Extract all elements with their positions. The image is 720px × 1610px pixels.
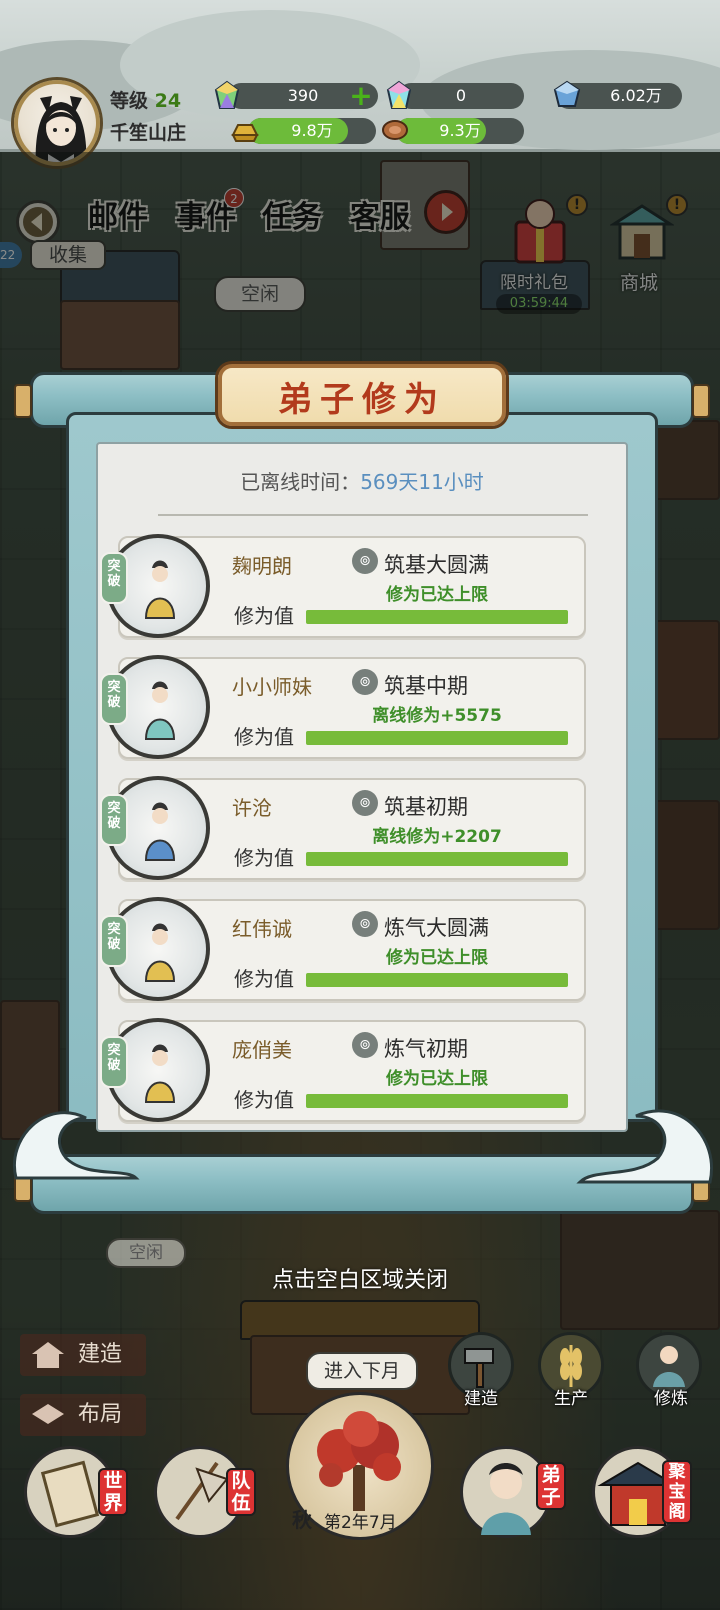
cultivation-label: 修为值 [234,846,294,870]
build-icon-label: 建造 [464,1389,498,1409]
roller-end-left [14,384,32,418]
rainbow-crystal-counter[interactable]: 0 [398,83,524,109]
realm-icon: ⊚ [352,669,378,695]
wave-left-icon [13,1111,140,1180]
treasure-pavilion-nav-label: 聚宝阁 [662,1460,692,1524]
gold-ingot-icon [231,124,259,142]
disciple-name: 许沧 [232,796,272,820]
cultivate-label: 修炼 [654,1389,688,1409]
meat-icon [382,120,408,140]
cultivation-label: 修为值 [234,1088,294,1112]
disciple-card[interactable]: 突破 红伟诚 ⊚ 炼气大圆满修为值 修为已达上限 [100,897,586,1001]
cultivation-progress-fill [306,1094,568,1108]
produce-label: 生产 [554,1389,588,1409]
cultivation-progress-fill [306,731,568,745]
disciple-realm: 炼气大圆满 [384,916,489,940]
breakthrough-tag[interactable]: 突破 [100,673,128,725]
cultivation-status: 离线修为+5575 [372,706,502,726]
rainbow-crystal-icon [386,80,412,109]
cultivation-status: 离线修为+2207 [372,827,502,847]
season-label: 秋 [292,1508,312,1532]
cultivation-progress-fill [306,610,568,624]
gold-value: 9.8万 [291,121,333,140]
level-text: 等级 [110,90,149,112]
roller-end-right [692,384,710,418]
cultivation-label: 修为值 [234,967,294,991]
dialog-title-banner: 弟子修为 [218,364,506,426]
disciple-figure-icon [144,802,176,861]
dialog-title: 弟子修为 [278,380,446,420]
offline-time-label: 已离线时间： [240,470,361,494]
build-button[interactable]: 建造 [20,1334,146,1376]
close-hint[interactable]: 点击空白区域关闭 [0,1262,720,1294]
cultivation-progress-bar [306,852,568,866]
disciple-name: 小小师妹 [232,675,312,699]
disciple-figure-icon [144,681,176,740]
team-nav-label: 队伍 [226,1468,256,1516]
layout-label: 布局 [78,1402,123,1427]
meat-value: 9.3万 [439,121,481,140]
disciple-figure-icon [144,560,176,619]
build-house-icon [32,1342,64,1368]
blue-gem-value: 6.02万 [610,86,662,105]
cultivation-label: 修为值 [234,725,294,749]
disciple-name: 红伟诚 [232,917,292,941]
breakthrough-tag[interactable]: 突破 [100,552,128,604]
add-crystal-button[interactable]: + [348,82,374,110]
level-label: 等级 24 [110,86,181,113]
breakthrough-tag[interactable]: 突破 [100,915,128,967]
cultivation-progress-fill [306,973,568,987]
build-label: 建造 [78,1342,123,1367]
realm-icon: ⊚ [352,548,378,574]
offline-time: 已离线时间：569天11小时 [98,466,626,495]
next-month-button[interactable]: 进入下月 [306,1352,418,1390]
idle-bubble-bottom: 空闲 [106,1238,186,1268]
realm-icon: ⊚ [352,911,378,937]
disciple-card[interactable]: 突破 小小师妹 ⊚ 筑基中期修为值 离线修为+5575 [100,655,586,759]
breakthrough-tag[interactable]: 突破 [100,794,128,846]
cultivation-dialog: 已离线时间：569天11小时 突破 麹明朗 ⊚ 筑基大圆满 修为值 修为已达上限 突破 小小师… [13,362,713,1232]
cultivation-status: 修为已达上限 [386,1069,488,1089]
layout-tiles-icon [32,1404,64,1424]
disciple-card[interactable]: 突破 许沧 ⊚ 筑基初期修为值 离线修为+2207 [100,776,586,880]
disciple-figure-icon [144,1044,176,1103]
world-nav-label: 世界 [98,1468,128,1516]
gold-counter[interactable]: 9.8万 [248,118,376,144]
disciple-name: 麹明朗 [232,554,292,578]
cultivation-progress-bar [306,973,568,987]
cultivation-status: 修为已达上限 [386,585,488,605]
offline-time-value: 569天11小时 [360,470,484,494]
cultivation-status: 修为已达上限 [386,948,488,968]
cultivation-progress-bar [306,610,568,624]
disciple-realm: 筑基大圆满 [384,553,489,577]
level-value: 24 [154,90,182,112]
cultivation-label: 修为值 [234,604,294,628]
disciple-figure-icon [144,923,176,982]
disciple-realm: 炼气初期 [384,1037,468,1061]
disciple-name: 庞俏美 [232,1038,292,1062]
realm-icon: ⊚ [352,1032,378,1058]
date-label: 第2年7月 [324,1513,397,1533]
disciple-card[interactable]: 突破 麹明朗 ⊚ 筑基大圆满修为值 修为已达上限 [100,534,586,638]
cultivation-progress-bar [306,1094,568,1108]
realm-icon: ⊚ [352,790,378,816]
wave-right-icon [576,1109,713,1184]
disciples-nav-label: 弟子 [536,1462,566,1510]
cultivation-progress-bar [306,731,568,745]
disciple-card[interactable]: 突破 庞俏美 ⊚ 炼气初期修为值 修为已达上限 [100,1018,586,1122]
scroll-paper: 已离线时间：569天11小时 突破 麹明朗 ⊚ 筑基大圆满 修为值 修为已达上限 突破 小小师… [96,442,628,1132]
divider [158,514,588,516]
cultivation-progress-fill [306,852,568,866]
disciple-realm: 筑基初期 [384,795,468,819]
spirit-crystal-icon [214,80,240,109]
breakthrough-tag[interactable]: 突破 [100,1036,128,1088]
spirit-crystal-value: 390 [287,86,319,105]
disciple-realm: 筑基中期 [384,674,468,698]
sect-name: 千笙山庄 [110,122,187,144]
meat-counter[interactable]: 9.3万 [396,118,524,144]
rainbow-crystal-value: 0 [455,86,467,105]
layout-button[interactable]: 布局 [20,1394,146,1436]
